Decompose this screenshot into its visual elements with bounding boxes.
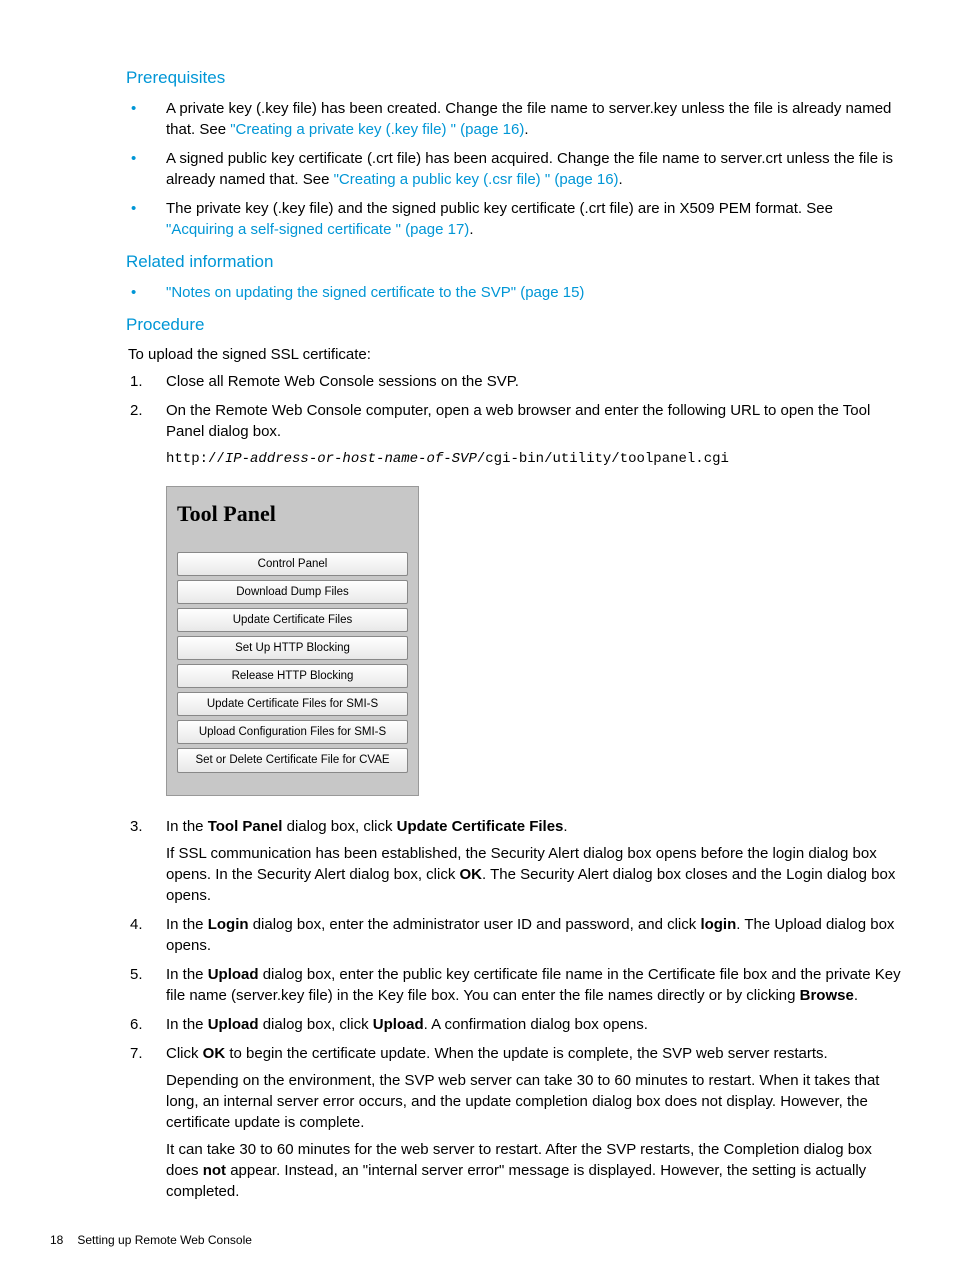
step-7-para-2: It can take 30 to 60 minutes for the web…	[166, 1139, 904, 1202]
step-5: In the Upload dialog box, enter the publ…	[128, 964, 904, 1006]
prereq-item: A private key (.key file) has been creat…	[128, 98, 904, 140]
text: dialog box, click	[282, 818, 396, 835]
related-list: "Notes on updating the signed certificat…	[128, 282, 904, 303]
text: to begin the certificate update. When th…	[225, 1045, 828, 1062]
text: dialog box, click	[259, 1016, 373, 1033]
page-footer: 18 Setting up Remote Web Console	[50, 1232, 904, 1249]
text: In the	[166, 966, 208, 983]
upload-config-smis-button[interactable]: Upload Configuration Files for SMI-S	[177, 720, 408, 744]
set-up-http-blocking-button[interactable]: Set Up HTTP Blocking	[177, 636, 408, 660]
step-6: In the Upload dialog box, click Upload. …	[128, 1014, 904, 1035]
step-7: Click OK to begin the certificate update…	[128, 1043, 904, 1202]
text: In the	[166, 916, 208, 933]
step-1: Close all Remote Web Console sessions on…	[128, 371, 904, 392]
link-acquiring-self-signed[interactable]: "Acquiring a self-signed certificate " (…	[166, 221, 469, 238]
prereq-item: The private key (.key file) and the sign…	[128, 198, 904, 240]
text: . A confirmation dialog box opens.	[424, 1016, 648, 1033]
bold: login	[700, 916, 736, 933]
step-3: In the Tool Panel dialog box, click Upda…	[128, 816, 904, 906]
bold: Tool Panel	[208, 818, 283, 835]
text: dialog box, enter the administrator user…	[249, 916, 701, 933]
prereq-item: A signed public key certificate (.crt fi…	[128, 148, 904, 190]
bold: Browse	[800, 987, 854, 1004]
page-number: 18	[50, 1233, 63, 1247]
procedure-steps: Close all Remote Web Console sessions on…	[128, 371, 904, 1201]
bold: Upload	[373, 1016, 424, 1033]
heading-related-info: Related information	[126, 250, 904, 274]
update-certificate-files-button[interactable]: Update Certificate Files	[177, 608, 408, 632]
text: Close all Remote Web Console sessions on…	[166, 373, 519, 390]
text: The private key (.key file) and the sign…	[166, 200, 833, 217]
text: In the	[166, 818, 208, 835]
text: dialog box, enter the public key certifi…	[166, 966, 901, 1004]
text: .	[854, 987, 858, 1004]
control-panel-button[interactable]: Control Panel	[177, 552, 408, 576]
link-creating-public-key[interactable]: "Creating a public key (.csr file) " (pa…	[334, 171, 619, 188]
update-cert-smis-button[interactable]: Update Certificate Files for SMI-S	[177, 692, 408, 716]
set-delete-cert-cvae-button[interactable]: Set or Delete Certificate File for CVAE	[177, 748, 408, 772]
step-4: In the Login dialog box, enter the admin…	[128, 914, 904, 956]
related-item: "Notes on updating the signed certificat…	[128, 282, 904, 303]
footer-section: Setting up Remote Web Console	[77, 1233, 252, 1247]
bold: Update Certificate Files	[397, 818, 564, 835]
text: .	[469, 221, 473, 238]
bold: Login	[208, 916, 249, 933]
bold: Upload	[208, 966, 259, 983]
heading-procedure: Procedure	[126, 313, 904, 337]
text: .	[619, 171, 623, 188]
bold: Upload	[208, 1016, 259, 1033]
link-creating-private-key[interactable]: "Creating a private key (.key file) " (p…	[230, 121, 524, 138]
step-7-para-1: Depending on the environment, the SVP we…	[166, 1070, 904, 1133]
bold: OK	[203, 1045, 226, 1062]
text: On the Remote Web Console computer, open…	[166, 402, 870, 440]
tool-panel-dialog: Tool Panel Control Panel Download Dump F…	[166, 486, 419, 796]
text: .	[563, 818, 567, 835]
procedure-intro: To upload the signed SSL certificate:	[128, 344, 904, 365]
heading-prerequisites: Prerequisites	[126, 66, 904, 90]
release-http-blocking-button[interactable]: Release HTTP Blocking	[177, 664, 408, 688]
prereq-list: A private key (.key file) has been creat…	[128, 98, 904, 240]
text: Click	[166, 1045, 203, 1062]
link-notes-updating[interactable]: "Notes on updating the signed certificat…	[166, 284, 584, 301]
step-3-para: If SSL communication has been establishe…	[166, 843, 904, 906]
tool-panel-title: Tool Panel	[177, 499, 408, 530]
step-2: On the Remote Web Console computer, open…	[128, 400, 904, 795]
download-dump-files-button[interactable]: Download Dump Files	[177, 580, 408, 604]
text: .	[524, 121, 528, 138]
text: In the	[166, 1016, 208, 1033]
url-code: http://IP-address-or-host-name-of-SVP/cg…	[166, 450, 904, 470]
